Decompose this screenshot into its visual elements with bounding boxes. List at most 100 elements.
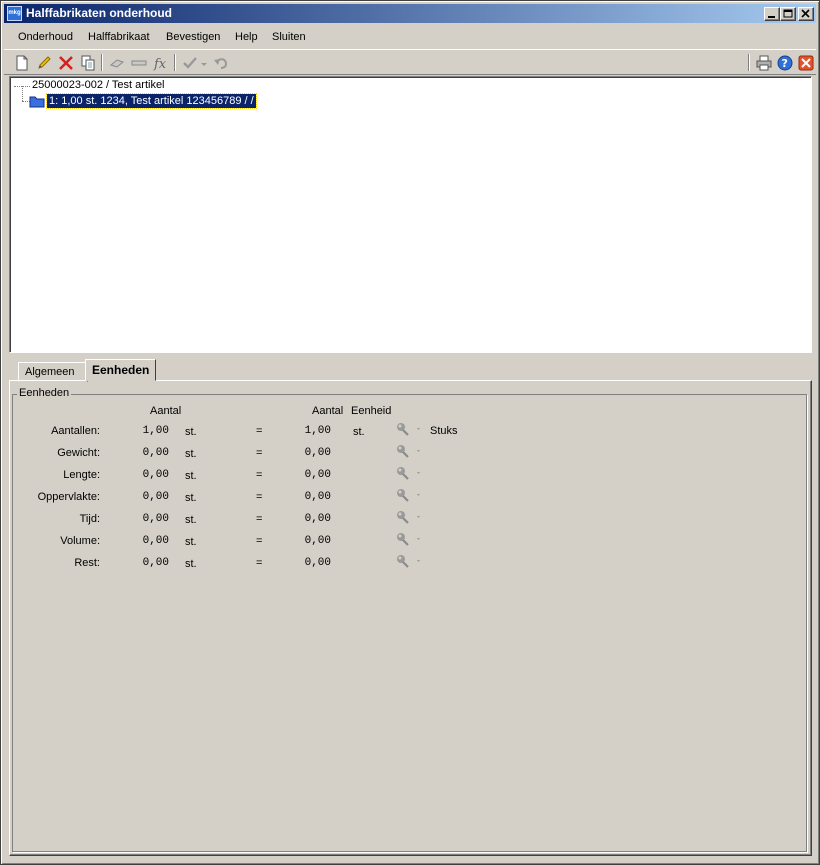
ruler-icon: [131, 60, 147, 66]
menu-bar: Onderhoud Halffabrikaat Bevestigen Help …: [4, 26, 816, 48]
left-value[interactable]: 1,00: [121, 425, 169, 437]
delete-button[interactable]: [56, 53, 76, 73]
maximize-icon: [783, 9, 793, 18]
equals-sign: =: [256, 491, 263, 503]
menu-onderhoud[interactable]: Onderhoud: [18, 31, 73, 43]
equals-sign: =: [256, 513, 263, 525]
confirm-dropdown[interactable]: [198, 53, 208, 73]
unit-lookup-button[interactable]: [395, 466, 423, 480]
tab-algemeen[interactable]: Algemeen: [18, 362, 88, 382]
toolbar: fx ?: [4, 49, 816, 75]
menu-bevestigen[interactable]: Bevestigen: [166, 31, 220, 43]
eraser-icon: [109, 59, 125, 68]
header-aantal-left: Aantal: [150, 405, 182, 417]
unit-lookup-button[interactable]: [395, 488, 423, 502]
row-label: Lengte:: [63, 469, 100, 481]
undo-button[interactable]: [211, 53, 231, 73]
close-icon: [798, 55, 814, 71]
lookup-key-icon: [397, 423, 420, 436]
left-value[interactable]: 0,00: [121, 469, 169, 481]
confirm-button[interactable]: [180, 53, 200, 73]
close-icon: [801, 9, 810, 18]
right-value[interactable]: 0,00: [283, 447, 331, 459]
unit-lookup-button[interactable]: [395, 422, 423, 436]
right-value[interactable]: 0,00: [283, 557, 331, 569]
left-unit: st.: [185, 470, 197, 482]
copy-button[interactable]: [78, 53, 98, 73]
edit-button[interactable]: [34, 53, 54, 73]
minimize-icon: [768, 16, 775, 18]
formula-fx-icon: fx: [153, 57, 167, 71]
header-aantal-right: Aantal: [312, 405, 344, 417]
lookup-key-icon: [397, 533, 420, 546]
help-button[interactable]: ?: [775, 53, 795, 73]
print-icon: [756, 55, 772, 71]
tree-node-root[interactable]: 25000023-002 / Test artikel: [32, 79, 165, 91]
confirm-check-icon: [183, 57, 197, 69]
close-form-button[interactable]: [796, 53, 816, 73]
right-value[interactable]: 0,00: [283, 491, 331, 503]
tree-view[interactable]: 25000023-002 / Test artikel 1: 1,00 st. …: [9, 76, 812, 353]
eenheden-groupbox: [12, 394, 807, 852]
menu-help[interactable]: Help: [235, 31, 258, 43]
row-label: Aantallen:: [51, 425, 100, 437]
tab-label: Eenheden: [92, 363, 150, 377]
left-value[interactable]: 0,00: [121, 557, 169, 569]
group-title: Eenheden: [17, 387, 72, 399]
tree-node-child-selected[interactable]: 1: 1,00 st. 1234, Test artikel 123456789…: [46, 93, 257, 109]
row-label: Rest:: [74, 557, 100, 569]
unit-lookup-button[interactable]: [395, 554, 423, 568]
menu-halffabrikaat[interactable]: Halffabrikaat: [88, 31, 150, 43]
svg-text:?: ?: [782, 57, 788, 70]
new-button[interactable]: [12, 53, 32, 73]
tab-strip: Algemeen Eenheden: [9, 359, 812, 382]
right-unit: st.: [353, 426, 365, 438]
formula-button[interactable]: fx: [151, 53, 171, 73]
close-window-button[interactable]: [798, 7, 814, 21]
left-unit: st.: [185, 558, 197, 570]
row-label: Oppervlakte:: [37, 491, 100, 503]
maximize-button[interactable]: [780, 7, 796, 21]
lookup-key-icon: [397, 511, 420, 524]
unit-lookup-button[interactable]: [395, 532, 423, 546]
eraser-button[interactable]: [107, 53, 127, 73]
left-value[interactable]: 0,00: [121, 491, 169, 503]
right-value[interactable]: 0,00: [283, 513, 331, 525]
ruler-button[interactable]: [129, 53, 149, 73]
right-value[interactable]: 1,00: [283, 425, 331, 437]
left-unit: st.: [185, 492, 197, 504]
lookup-key-icon: [397, 467, 420, 480]
window-title: Halffabrikaten onderhoud: [26, 6, 173, 20]
toolbar-separator: [101, 54, 103, 71]
menu-sluiten[interactable]: Sluiten: [272, 31, 306, 43]
equals-sign: =: [256, 469, 263, 481]
lookup-key-icon: [397, 489, 420, 502]
unit-lookup-button[interactable]: [395, 444, 423, 458]
equals-sign: =: [256, 447, 263, 459]
header-eenheid: Eenheid: [351, 405, 392, 417]
left-value[interactable]: 0,00: [121, 535, 169, 547]
help-icon: ?: [777, 55, 793, 71]
toolbar-separator: [174, 54, 176, 71]
tab-eenheden[interactable]: Eenheden: [85, 359, 157, 381]
app-logo-icon: mkg: [7, 6, 22, 21]
copy-icon: [81, 55, 95, 71]
left-value[interactable]: 0,00: [121, 447, 169, 459]
right-value[interactable]: 0,00: [283, 469, 331, 481]
equals-sign: =: [256, 557, 263, 569]
left-unit: st.: [185, 426, 197, 438]
title-bar[interactable]: mkg Halffabrikaten onderhoud: [4, 4, 816, 23]
unit-lookup-button[interactable]: [395, 510, 423, 524]
tree-connector: [22, 86, 23, 101]
svg-text:fx: fx: [153, 57, 167, 71]
print-button[interactable]: [754, 53, 774, 73]
right-value[interactable]: 0,00: [283, 535, 331, 547]
row-label: Volume:: [60, 535, 100, 547]
left-value[interactable]: 0,00: [121, 513, 169, 525]
unit-name: Stuks: [430, 425, 458, 437]
folder-icon: [29, 96, 45, 108]
left-unit: st.: [185, 448, 197, 460]
minimize-button[interactable]: [764, 7, 780, 21]
row-label: Gewicht:: [57, 447, 100, 459]
undo-icon: [214, 58, 228, 69]
